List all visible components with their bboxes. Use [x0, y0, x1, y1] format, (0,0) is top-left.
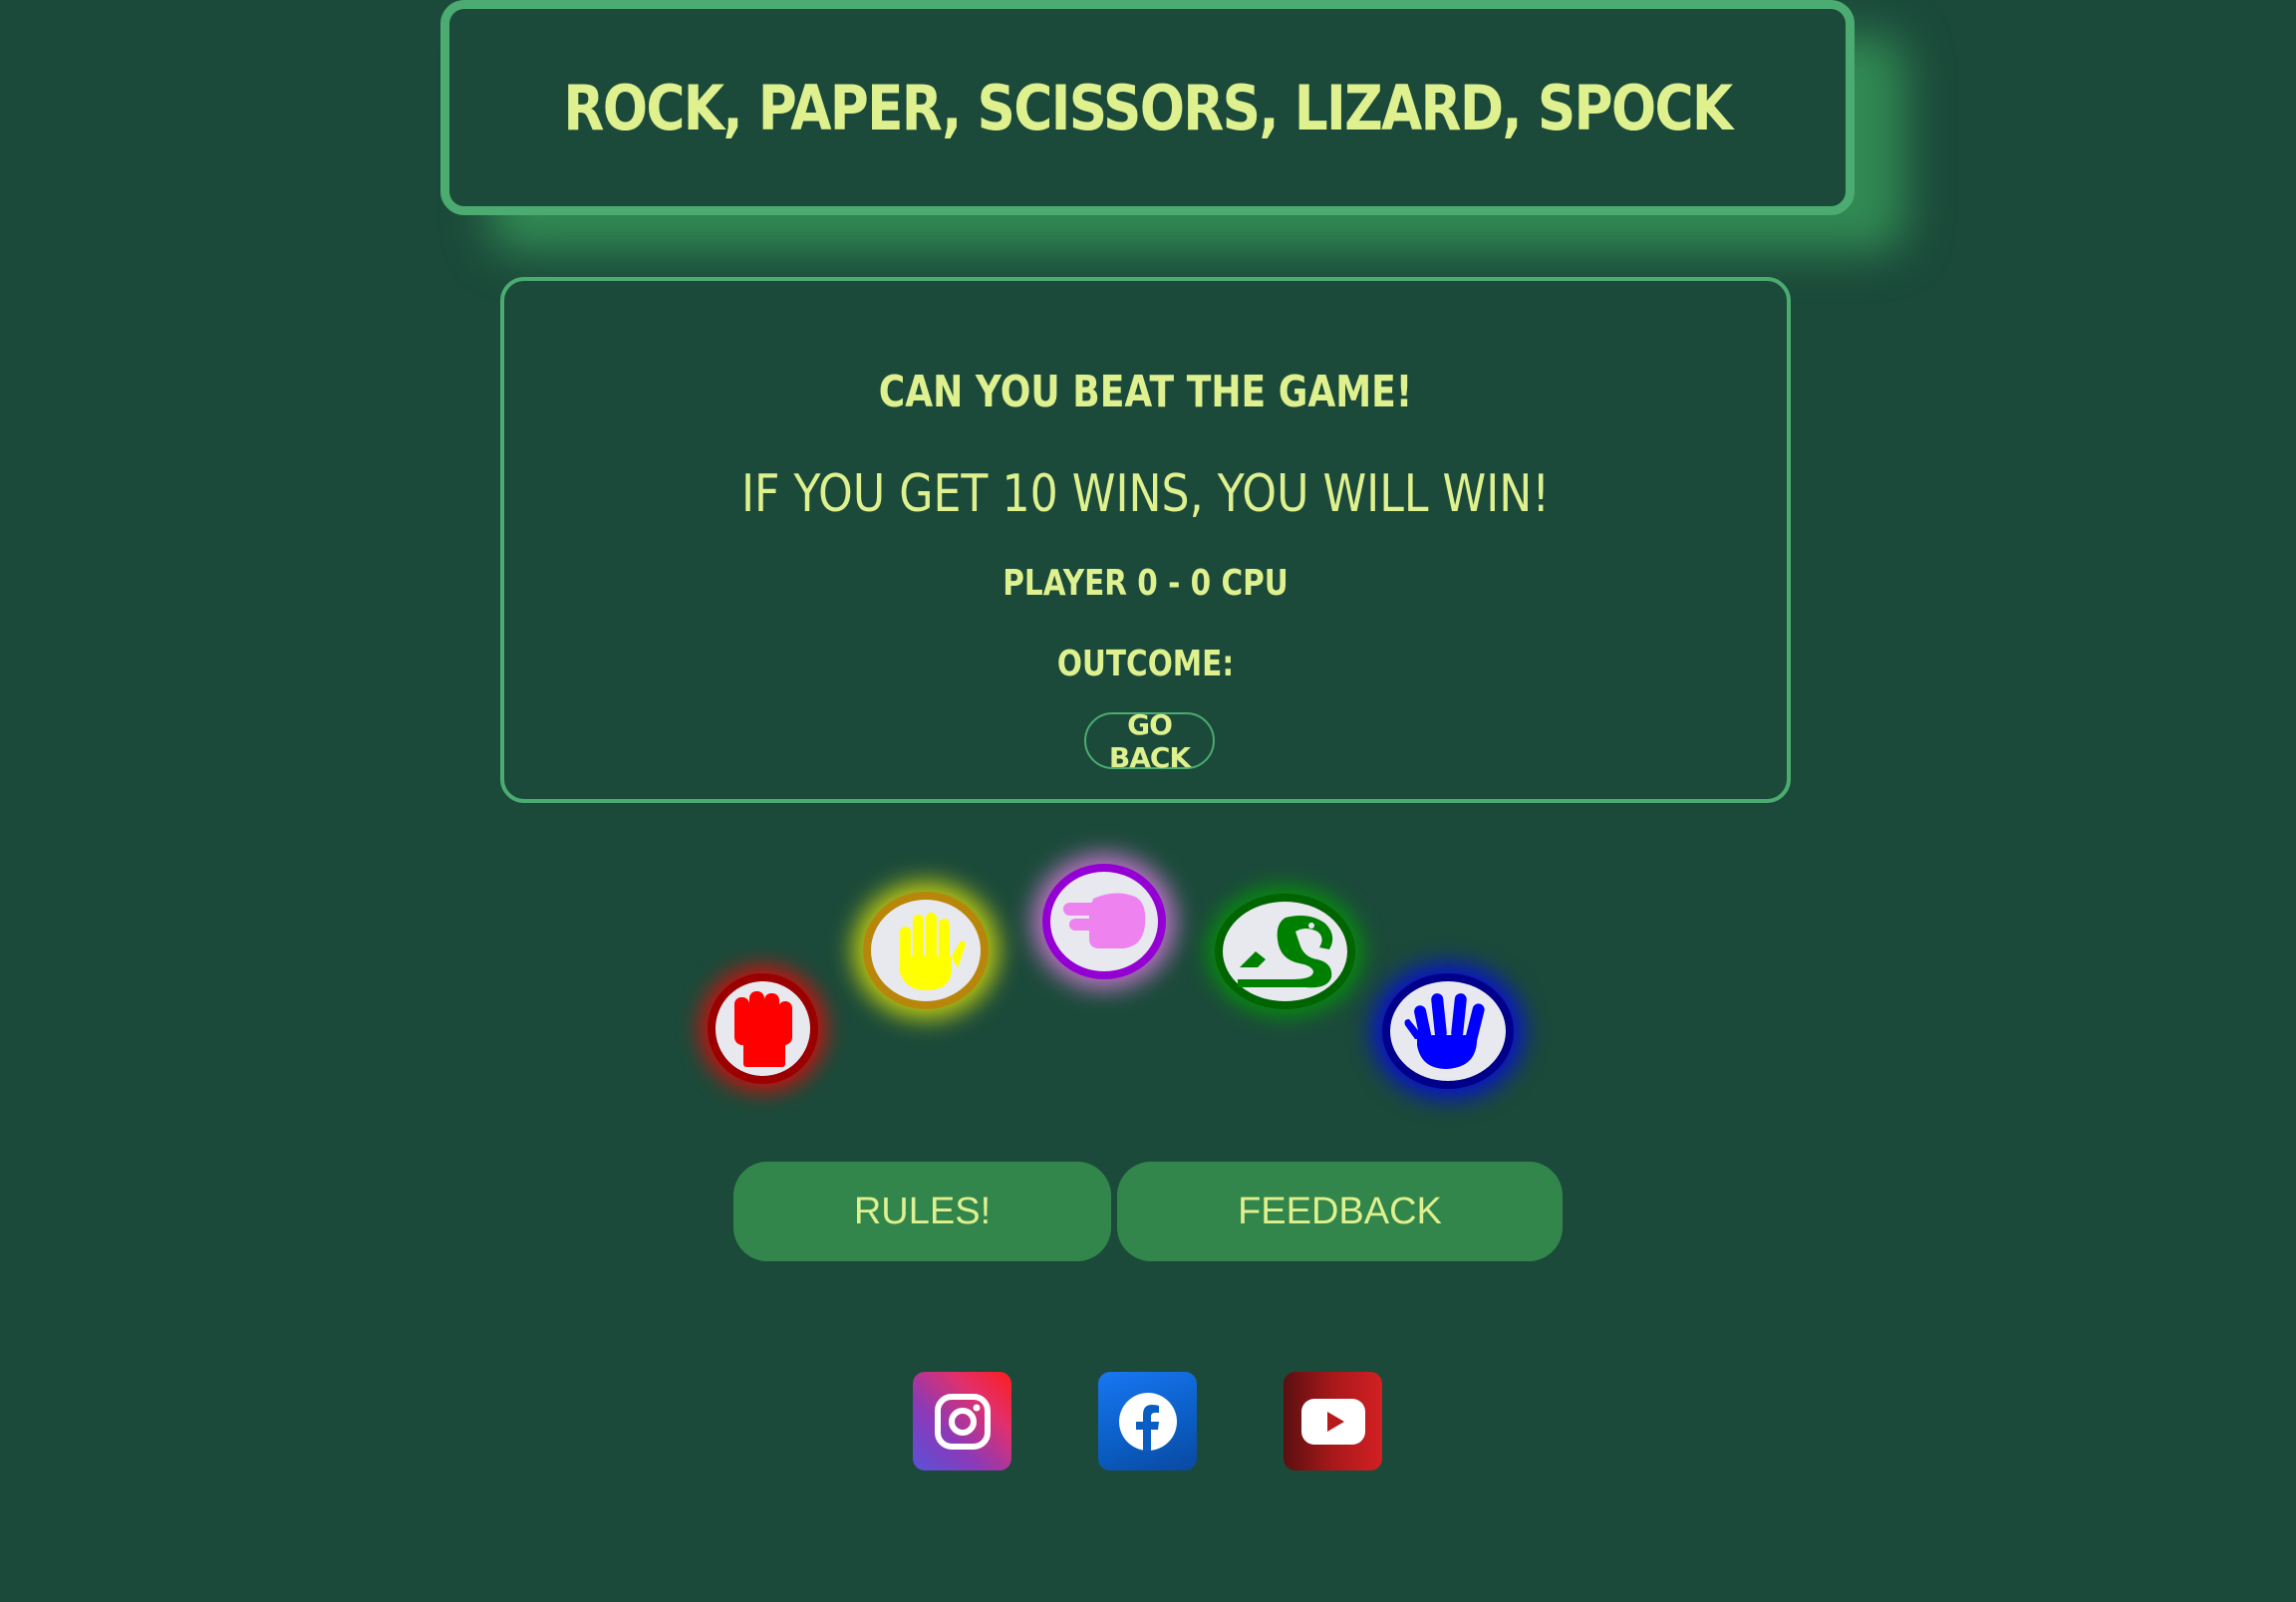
youtube-link[interactable]: [1284, 1372, 1382, 1470]
facebook-icon: [1118, 1392, 1177, 1451]
rules-button[interactable]: RULES!: [733, 1162, 1111, 1261]
lizard-choice-button[interactable]: [1215, 894, 1355, 1009]
rock-choice-button[interactable]: [708, 973, 818, 1084]
page-title: ROCK, PAPER, SCISSORS, LIZARD, SPOCK: [563, 71, 1733, 144]
panel-subheading: IF YOU GET 10 WINS, YOU WILL WIN!: [740, 464, 1551, 524]
instagram-link[interactable]: [913, 1372, 1011, 1470]
score-text: PLAYER 0 - 0 CPU: [1003, 563, 1289, 604]
facebook-link[interactable]: [1098, 1372, 1197, 1470]
paper-choice-button[interactable]: [863, 892, 989, 1009]
lizard-icon: [1237, 916, 1332, 988]
game-panel: CAN YOU BEAT THE GAME! IF YOU GET 10 WIN…: [500, 277, 1791, 803]
feedback-button[interactable]: FEEDBACK: [1117, 1162, 1563, 1261]
scissors-choice-button[interactable]: [1042, 864, 1166, 979]
youtube-icon: [1300, 1398, 1365, 1445]
hand-spock-icon: [1404, 993, 1485, 1069]
hand-paper-icon: [900, 913, 966, 990]
go-back-button[interactable]: GO BACK: [1084, 708, 1215, 774]
outcome-label: OUTCOME:: [1056, 644, 1235, 684]
hand-scissors-icon: [1063, 893, 1146, 948]
panel-heading: CAN YOU BEAT THE GAME!: [878, 367, 1413, 417]
fist-icon: [733, 990, 792, 1067]
instagram-icon: [934, 1393, 991, 1450]
title-banner: ROCK, PAPER, SCISSORS, LIZARD, SPOCK: [440, 0, 1855, 215]
spock-choice-button[interactable]: [1382, 973, 1514, 1089]
